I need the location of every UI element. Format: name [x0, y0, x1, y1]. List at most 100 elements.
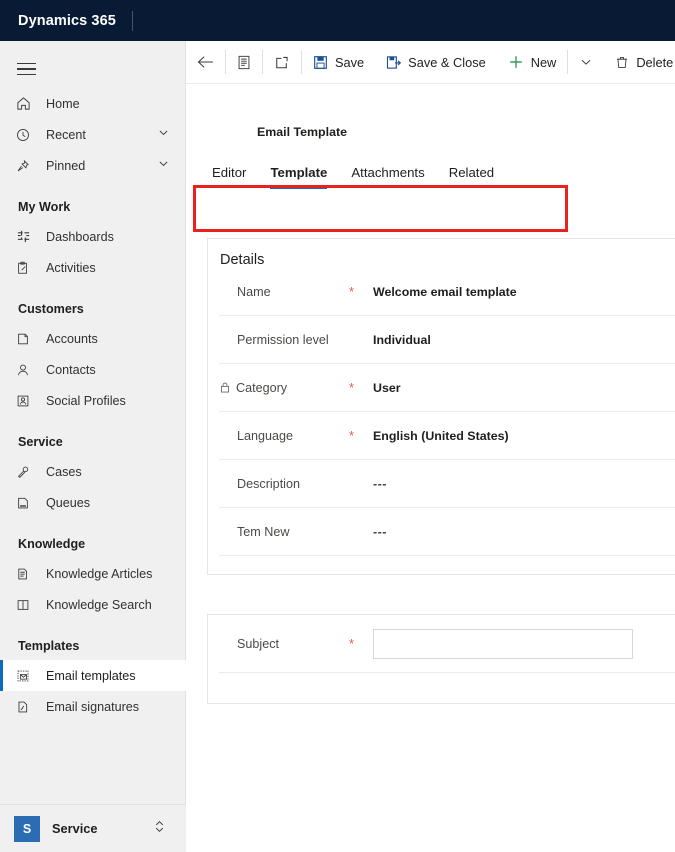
home-icon: [16, 94, 38, 114]
field-label: Tem New: [219, 525, 349, 539]
knowledge-article-icon: [16, 564, 38, 584]
sidebar-item-label: Recent: [46, 127, 86, 142]
field-label-text: Tem New: [237, 524, 290, 539]
field-value[interactable]: ---: [373, 525, 387, 539]
overflow-menu-button[interactable]: [568, 41, 604, 83]
required-indicator: *: [349, 284, 355, 299]
field-value[interactable]: ---: [373, 477, 387, 491]
subject-section-footer: [219, 673, 675, 701]
sidebar-group-templates: Templates: [18, 639, 80, 653]
chevron-down-icon[interactable]: [157, 126, 170, 144]
hamburger-icon[interactable]: [4, 50, 48, 88]
field-label: Subject: [219, 637, 349, 651]
annotation-highlight-box: [193, 185, 568, 232]
field-row-tem-new: Tem New ---: [219, 508, 675, 556]
field-label-text: Name: [237, 284, 271, 299]
case-icon: [16, 462, 38, 482]
pop-out-button[interactable]: [263, 41, 301, 83]
sidebar-item-label: Accounts: [46, 331, 98, 346]
field-label-text: Subject: [237, 636, 280, 651]
field-label-text: Description: [237, 476, 300, 491]
sidebar-item-label: Home: [46, 96, 80, 111]
field-label: Category: [219, 381, 349, 395]
sidebar-item-label: Cases: [46, 464, 82, 479]
sidebar-item-cases[interactable]: Cases: [0, 456, 186, 487]
save-and-close-button[interactable]: Save & Close: [375, 41, 497, 83]
sidebar-item-home[interactable]: Home: [0, 88, 186, 119]
tab-attachments[interactable]: Attachments: [339, 165, 436, 189]
sidebar-item-label: Email signatures: [46, 699, 140, 714]
sidebar-item-accounts[interactable]: Accounts: [0, 323, 186, 354]
field-row-language: Language * English (United States): [219, 412, 675, 460]
delete-button[interactable]: Delete: [604, 41, 675, 83]
email-template-icon: [16, 666, 38, 686]
sidebar-item-email-templates[interactable]: Email templates: [0, 660, 186, 691]
delete-label: Delete: [636, 54, 674, 70]
field-value[interactable]: User: [373, 381, 401, 395]
new-button[interactable]: New: [497, 41, 568, 83]
command-bar: Save Save & Close New Delete: [186, 41, 675, 84]
sidebar-item-pinned[interactable]: Pinned: [0, 150, 186, 181]
tab-editor[interactable]: Editor: [200, 165, 258, 189]
sidebar-item-knowledge-articles[interactable]: Knowledge Articles: [0, 558, 186, 589]
tab-related[interactable]: Related: [437, 165, 506, 189]
activities-icon: [16, 258, 38, 278]
sidebar-item-knowledge-search[interactable]: Knowledge Search: [0, 589, 186, 620]
save-button[interactable]: Save: [302, 41, 375, 83]
queue-icon: [16, 493, 38, 513]
left-sidebar: Home Recent Pinned My Work Dashboards Ac…: [0, 41, 186, 852]
chevron-down-icon[interactable]: [157, 157, 170, 175]
sidebar-item-recent[interactable]: Recent: [0, 119, 186, 150]
new-label: New: [530, 54, 557, 70]
sidebar-item-label: Knowledge Search: [46, 597, 152, 612]
back-button[interactable]: [186, 41, 225, 83]
social-profile-icon: [16, 391, 38, 411]
account-icon: [16, 329, 38, 349]
sidebar-scroll-region: Home Recent Pinned My Work Dashboards Ac…: [0, 41, 186, 804]
sidebar-item-activities[interactable]: Activities: [0, 252, 186, 283]
required-indicator: *: [349, 636, 355, 651]
app-badge: S: [14, 815, 40, 842]
field-label: Name: [219, 285, 349, 299]
form-tab-strip: Editor Template Attachments Related: [186, 149, 675, 189]
field-value[interactable]: Individual: [373, 333, 431, 347]
subject-section: Subject *: [207, 614, 675, 704]
field-value[interactable]: Welcome email template: [373, 285, 517, 299]
updown-chevron-icon[interactable]: [153, 819, 166, 839]
sidebar-item-label: Dashboards: [46, 229, 114, 244]
app-switcher[interactable]: S Service: [0, 804, 186, 852]
field-row-description: Description ---: [219, 460, 675, 508]
plus-icon: [508, 54, 524, 70]
app-brand-title: Dynamics 365: [18, 12, 116, 29]
sidebar-item-social-profiles[interactable]: Social Profiles: [0, 385, 186, 416]
sidebar-item-label: Knowledge Articles: [46, 566, 153, 581]
lock-icon: [219, 381, 231, 394]
tab-template[interactable]: Template: [258, 165, 339, 189]
sidebar-item-queues[interactable]: Queues: [0, 487, 186, 518]
pin-icon: [16, 156, 38, 176]
knowledge-search-icon: [16, 595, 38, 615]
app-root: Dynamics 365 Home Recent Pinned My Work …: [0, 0, 675, 852]
save-icon: [313, 55, 328, 70]
sidebar-item-email-signatures[interactable]: Email signatures: [0, 691, 186, 722]
form-selector-icon: [237, 55, 251, 70]
top-navigation-bar: Dynamics 365: [0, 0, 675, 41]
app-switcher-label: Service: [52, 821, 98, 836]
sidebar-item-dashboards[interactable]: Dashboards: [0, 221, 186, 252]
field-label-text: Permission level: [237, 332, 329, 347]
trash-icon: [615, 55, 629, 70]
sidebar-item-contacts[interactable]: Contacts: [0, 354, 186, 385]
sidebar-item-label: Contacts: [46, 362, 96, 377]
clock-icon: [16, 125, 38, 145]
form-selector-button[interactable]: [226, 41, 262, 83]
chevron-down-icon: [579, 55, 593, 69]
record-entity-title: Email Template: [257, 125, 347, 139]
field-value[interactable]: English (United States): [373, 429, 509, 443]
sidebar-item-label: Social Profiles: [46, 393, 126, 408]
details-section-title: Details: [220, 252, 265, 268]
sidebar-item-label: Email templates: [46, 668, 136, 683]
subject-input[interactable]: [373, 628, 633, 659]
field-row-name: Name * Welcome email template: [219, 268, 675, 316]
field-label-text: Language: [237, 428, 294, 443]
save-and-close-label: Save & Close: [408, 54, 486, 70]
